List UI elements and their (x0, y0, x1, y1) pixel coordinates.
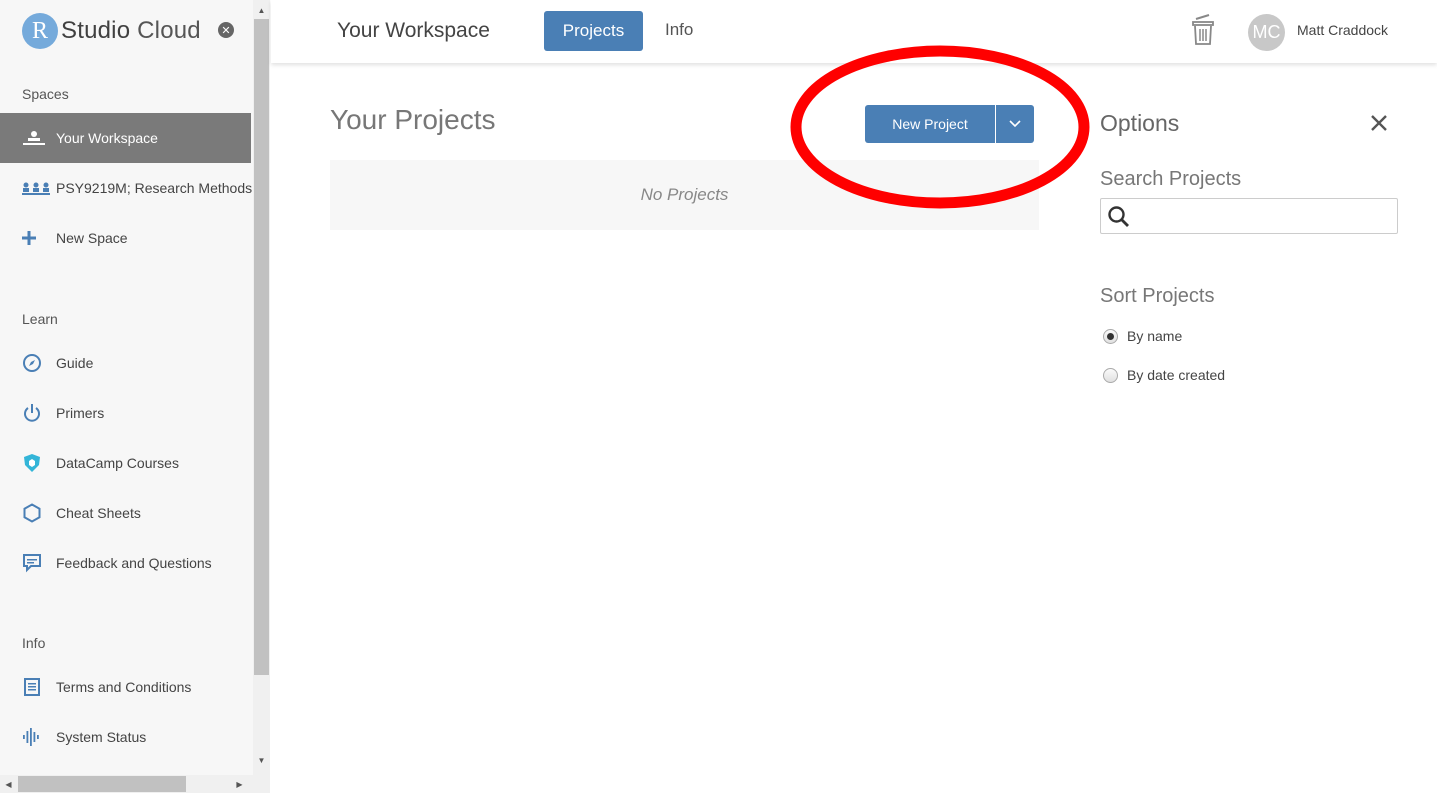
hexagon-icon (22, 503, 50, 523)
brand-cloud: Cloud (137, 17, 201, 44)
new-project-button[interactable]: New Project (865, 105, 995, 143)
sidebar-item-feedback[interactable]: Feedback and Questions (0, 538, 251, 588)
sort-by-date-radio[interactable]: By date created (1103, 367, 1225, 383)
trash-icon[interactable] (1191, 14, 1215, 46)
sidebar-item-label: System Status (56, 729, 147, 745)
workspace-icon (22, 130, 50, 146)
tab-info[interactable]: Info (665, 20, 693, 40)
scrollbar-thumb[interactable] (254, 19, 269, 675)
sidebar-item-datacamp[interactable]: DataCamp Courses (0, 438, 251, 488)
shield-icon (22, 453, 50, 473)
sidebar-item-guide[interactable]: Guide (0, 338, 251, 388)
sort-projects-label: Sort Projects (1100, 285, 1215, 307)
learn-heading: Learn (22, 311, 58, 327)
page-title: Your Workspace (337, 19, 490, 42)
r-logo-icon: R (22, 13, 58, 49)
sidebar-vertical-scrollbar[interactable]: ▲ ▼ (253, 0, 270, 775)
sidebar-item-new-space[interactable]: New Space (0, 213, 251, 263)
chat-icon (22, 553, 50, 573)
top-header: Your Workspace Projects Info MC Matt Cra… (271, 0, 1437, 63)
tab-projects[interactable]: Projects (544, 11, 643, 51)
sidebar-item-label: Primers (56, 405, 105, 421)
new-project-dropdown-button[interactable] (996, 105, 1034, 143)
sidebar-item-cheat-sheets[interactable]: Cheat Sheets (0, 488, 251, 538)
sidebar-item-terms[interactable]: Terms and Conditions (0, 662, 251, 712)
search-input[interactable] (1135, 201, 1393, 231)
sidebar-item-label: Cheat Sheets (56, 505, 141, 521)
scrollbar-corner (253, 775, 270, 793)
sidebar-item-label: PSY9219M; Research Methods (56, 180, 253, 196)
sidebar-item-label: Terms and Conditions (56, 679, 192, 695)
sidebar-item-primers[interactable]: Primers (0, 388, 251, 438)
empty-state-text: No Projects (640, 185, 729, 204)
username[interactable]: Matt Craddock (1297, 22, 1388, 38)
sidebar-item-label: New Space (56, 230, 128, 246)
radio-button-unchecked[interactable] (1103, 367, 1118, 383)
sidebar-item-system-status[interactable]: System Status (0, 712, 251, 762)
sidebar: R Studio Cloud ✕ Spaces Your Workspace P… (0, 0, 253, 775)
pulse-icon (22, 727, 50, 747)
spaces-heading: Spaces (22, 86, 69, 102)
options-title: Options (1100, 110, 1180, 136)
power-icon (22, 403, 50, 423)
document-icon (22, 677, 50, 697)
sidebar-item-psy9219m[interactable]: PSY9219M; Research Methods (0, 163, 253, 213)
search-icon (1108, 206, 1129, 227)
avatar[interactable]: MC (1248, 14, 1285, 51)
info-heading: Info (22, 635, 46, 651)
sidebar-close-icon[interactable]: ✕ (218, 22, 234, 38)
sidebar-item-label: Guide (56, 355, 94, 371)
sidebar-item-label: Your Workspace (56, 130, 158, 146)
rstudio-cloud-logo[interactable]: R Studio Cloud (22, 13, 201, 49)
sidebar-item-label: DataCamp Courses (56, 455, 179, 471)
close-icon[interactable] (1368, 112, 1390, 134)
scroll-up-arrow-icon[interactable]: ▲ (253, 2, 270, 19)
chevron-down-icon (1009, 120, 1021, 128)
sidebar-item-label: Feedback and Questions (56, 555, 212, 571)
sidebar-item-your-workspace[interactable]: Your Workspace (0, 113, 251, 163)
scroll-right-arrow-icon[interactable]: ▶ (231, 775, 248, 793)
scroll-down-arrow-icon[interactable]: ▼ (253, 752, 270, 769)
projects-heading: Your Projects (330, 104, 496, 135)
scroll-left-arrow-icon[interactable]: ◀ (0, 775, 17, 793)
sidebar-horizontal-scrollbar[interactable]: ◀ ▶ (0, 775, 253, 793)
radio-label: By name (1127, 328, 1183, 344)
brand-name: Studio Cloud (61, 17, 201, 45)
search-field[interactable] (1100, 198, 1398, 234)
sort-by-name-radio[interactable]: By name (1103, 328, 1182, 344)
compass-icon (22, 353, 50, 373)
radio-button-checked[interactable] (1103, 328, 1118, 344)
search-projects-label: Search Projects (1100, 168, 1242, 190)
projects-list: No Projects (330, 160, 1039, 230)
group-icon (22, 180, 50, 196)
brand-studio: Studio (61, 17, 131, 44)
scrollbar-thumb[interactable] (18, 776, 186, 792)
radio-label: By date created (1127, 367, 1226, 383)
plus-icon (22, 231, 50, 245)
